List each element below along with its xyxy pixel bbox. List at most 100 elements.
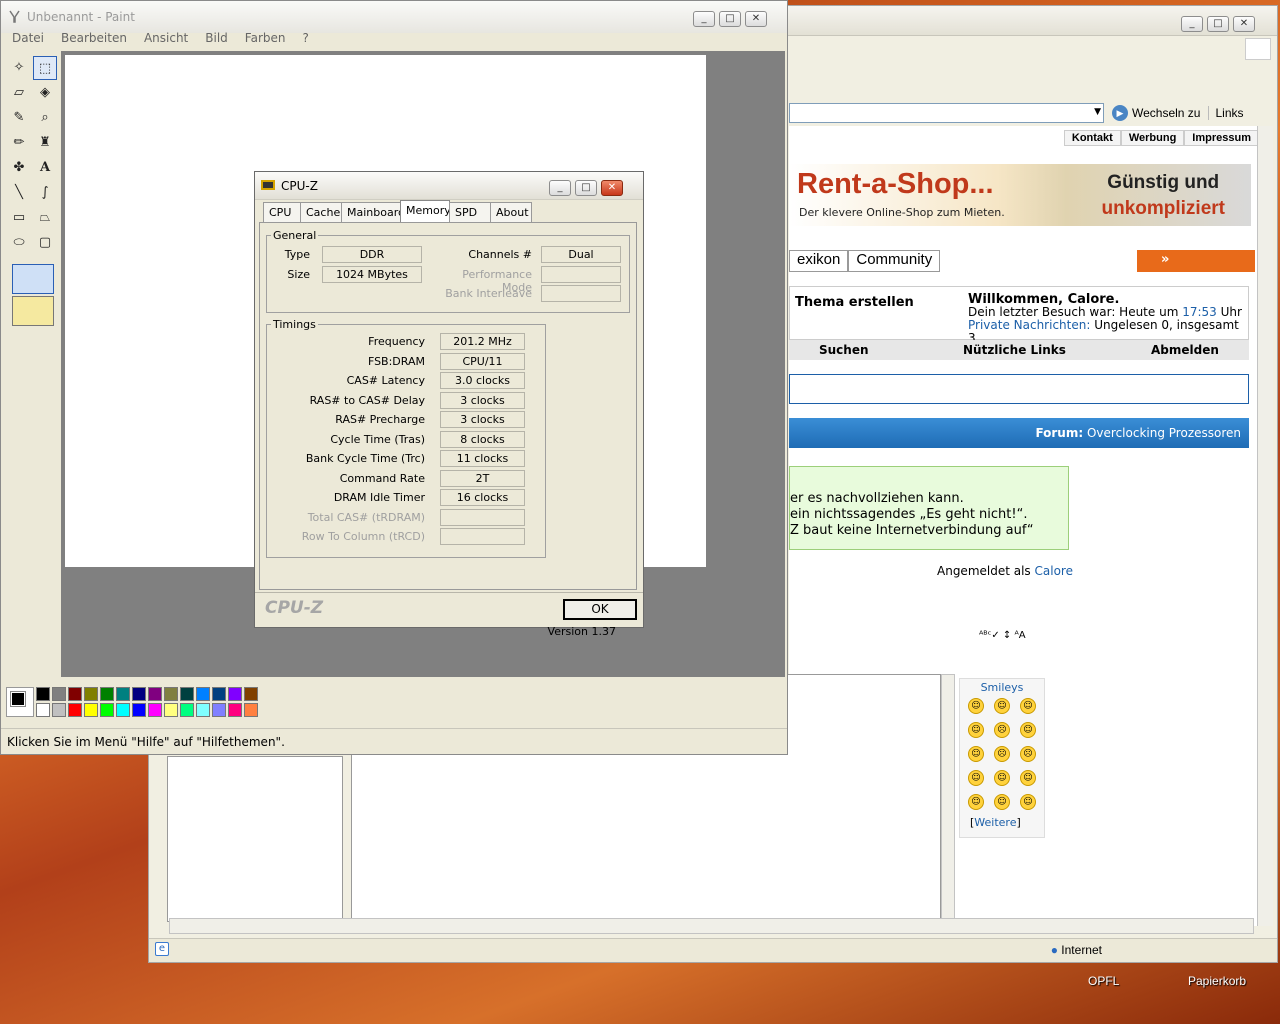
browser-maximize-button[interactable]: □	[1207, 16, 1229, 32]
cpuz-maximize-button[interactable]: □	[575, 180, 597, 196]
smiley-icon[interactable]: ☺	[968, 746, 984, 762]
smiley-icon[interactable]: ☹	[1020, 746, 1036, 762]
editor-format-icons[interactable]: ᴬᴮᶜ✓ ↕ ᴬA	[979, 630, 1049, 650]
palette-swatch[interactable]	[148, 687, 162, 701]
palette-swatch[interactable]	[68, 687, 82, 701]
palette-swatch[interactable]	[84, 687, 98, 701]
cpuz-minimize-button[interactable]: _	[549, 180, 571, 196]
menu-logout[interactable]: Abmelden	[1151, 343, 1219, 357]
smiley-icon[interactable]: ☺	[968, 794, 984, 810]
palette-swatch[interactable]	[52, 703, 66, 717]
private-messages-link[interactable]: Private Nachrichten:	[968, 318, 1090, 332]
link-werbung[interactable]: Werbung	[1120, 130, 1185, 146]
airbrush-icon[interactable]: ✤	[7, 156, 31, 180]
palette-swatch[interactable]	[180, 687, 194, 701]
free-select-icon[interactable]: ✧	[7, 56, 31, 80]
tab-cache[interactable]: Cache	[300, 202, 342, 222]
link-kontakt[interactable]: Kontakt	[1063, 130, 1121, 146]
smiley-icon[interactable]: ☺	[1020, 770, 1036, 786]
palette-swatch[interactable]	[228, 703, 242, 717]
pencil-icon[interactable]: ✏	[7, 131, 31, 155]
desktop-icon-recycle-bin-label[interactable]: Papierkorb	[1188, 974, 1246, 988]
menu-useful-links[interactable]: Nützliche Links	[963, 343, 1066, 357]
browser-close-button[interactable]: ✕	[1233, 16, 1255, 32]
tab-community[interactable]: Community	[848, 250, 941, 272]
palette-swatch[interactable]	[36, 687, 50, 701]
smiley-icon[interactable]: ☺	[994, 770, 1010, 786]
menu-help[interactable]: ?	[292, 29, 315, 49]
palette-swatch[interactable]	[196, 687, 210, 701]
menu-bild[interactable]: Bild	[194, 29, 234, 49]
smiley-icon[interactable]: ☺	[1020, 794, 1036, 810]
tab-about[interactable]: About	[490, 202, 532, 222]
paint-close-button[interactable]: ✕	[745, 11, 767, 27]
menu-datei[interactable]: Datei	[1, 29, 50, 49]
links-button[interactable]: Links	[1208, 106, 1244, 120]
palette-swatch[interactable]	[244, 703, 258, 717]
banner-ad[interactable]: Rent-a-Shop... Der klevere Online-Shop z…	[789, 164, 1251, 226]
curve-icon[interactable]: ∫	[33, 181, 57, 205]
tab-spd[interactable]: SPD	[449, 202, 491, 222]
transparency-option-opaque[interactable]	[12, 264, 54, 294]
palette-swatch[interactable]	[212, 703, 226, 717]
ok-button[interactable]: OK	[563, 599, 637, 620]
smiley-icon[interactable]: ☹	[994, 746, 1010, 762]
palette-swatch[interactable]	[68, 703, 82, 717]
palette-swatch[interactable]	[132, 687, 146, 701]
rect-select-icon[interactable]: ⬚	[33, 56, 57, 80]
menu-ansicht[interactable]: Ansicht	[133, 29, 194, 49]
cpuz-close-button[interactable]: ✕	[601, 180, 623, 196]
rectangle-icon[interactable]: ▭	[7, 206, 31, 230]
smiley-icon[interactable]: ☺	[1020, 722, 1036, 738]
tab-cpu[interactable]: CPU	[263, 202, 301, 222]
palette-swatch[interactable]	[212, 687, 226, 701]
transparency-option-transparent[interactable]	[12, 296, 54, 326]
smiley-icon[interactable]: ☺	[1020, 698, 1036, 714]
palette-swatch[interactable]	[164, 703, 178, 717]
smiley-icon[interactable]: ☺	[968, 770, 984, 786]
paint-maximize-button[interactable]: □	[719, 11, 741, 27]
palette-swatch[interactable]	[100, 703, 114, 717]
smiley-icon[interactable]: ☺	[968, 722, 984, 738]
forum-name-link[interactable]: Overclocking Prozessoren	[1087, 426, 1241, 440]
rounded-rect-icon[interactable]: ▢	[33, 231, 57, 255]
more-smileys-link[interactable]: Weitere	[974, 816, 1016, 829]
smiley-icon[interactable]: ☺	[968, 698, 984, 714]
forumbase-link[interactable]: » ForumBase	[1137, 250, 1255, 287]
browser-vertical-scrollbar[interactable]	[1257, 126, 1273, 926]
create-thread-link[interactable]: Thema erstellen	[795, 295, 914, 310]
color-picker-icon[interactable]: ✎	[7, 106, 31, 130]
magnifier-icon[interactable]: ⌕	[33, 106, 57, 130]
palette-swatch[interactable]	[116, 687, 130, 701]
fill-bucket-icon[interactable]: ◈	[33, 81, 57, 105]
palette-swatch[interactable]	[100, 687, 114, 701]
palette-swatch[interactable]	[36, 703, 50, 717]
menu-search[interactable]: Suchen	[819, 343, 869, 357]
smiley-icon[interactable]: ☹	[994, 722, 1010, 738]
palette-swatch[interactable]	[180, 703, 194, 717]
go-button[interactable]: ▶ Wechseln zu	[1112, 105, 1200, 121]
tab-mainboard[interactable]: Mainboard	[341, 202, 405, 222]
browser-minimize-button[interactable]: _	[1181, 16, 1203, 32]
eraser-icon[interactable]: ▱	[7, 81, 31, 105]
ellipse-icon[interactable]: ⬭	[7, 231, 31, 255]
palette-swatch[interactable]	[52, 687, 66, 701]
chevron-down-icon[interactable]: ▼	[1094, 107, 1101, 117]
line-icon[interactable]: ╲	[7, 181, 31, 205]
polygon-icon[interactable]: ⏢	[33, 206, 57, 230]
palette-swatch[interactable]	[84, 703, 98, 717]
palette-swatch[interactable]	[244, 687, 258, 701]
smiley-icon[interactable]: ☺	[994, 698, 1010, 714]
palette-swatch[interactable]	[196, 703, 210, 717]
paint-minimize-button[interactable]: _	[693, 11, 715, 27]
browser-horizontal-scrollbar[interactable]	[169, 918, 1254, 934]
search-input[interactable]	[789, 374, 1249, 404]
text-tool-icon[interactable]: A	[33, 156, 57, 180]
palette-swatch[interactable]	[116, 703, 130, 717]
menu-farben[interactable]: Farben	[234, 29, 292, 49]
textarea-scrollbar[interactable]	[941, 674, 955, 924]
desktop-icon-opfl-label[interactable]: OPFL	[1088, 974, 1119, 988]
tab-memory[interactable]: Memory	[400, 200, 451, 222]
brush-icon[interactable]: ♜	[33, 131, 57, 155]
smiley-icon[interactable]: ☺	[994, 794, 1010, 810]
